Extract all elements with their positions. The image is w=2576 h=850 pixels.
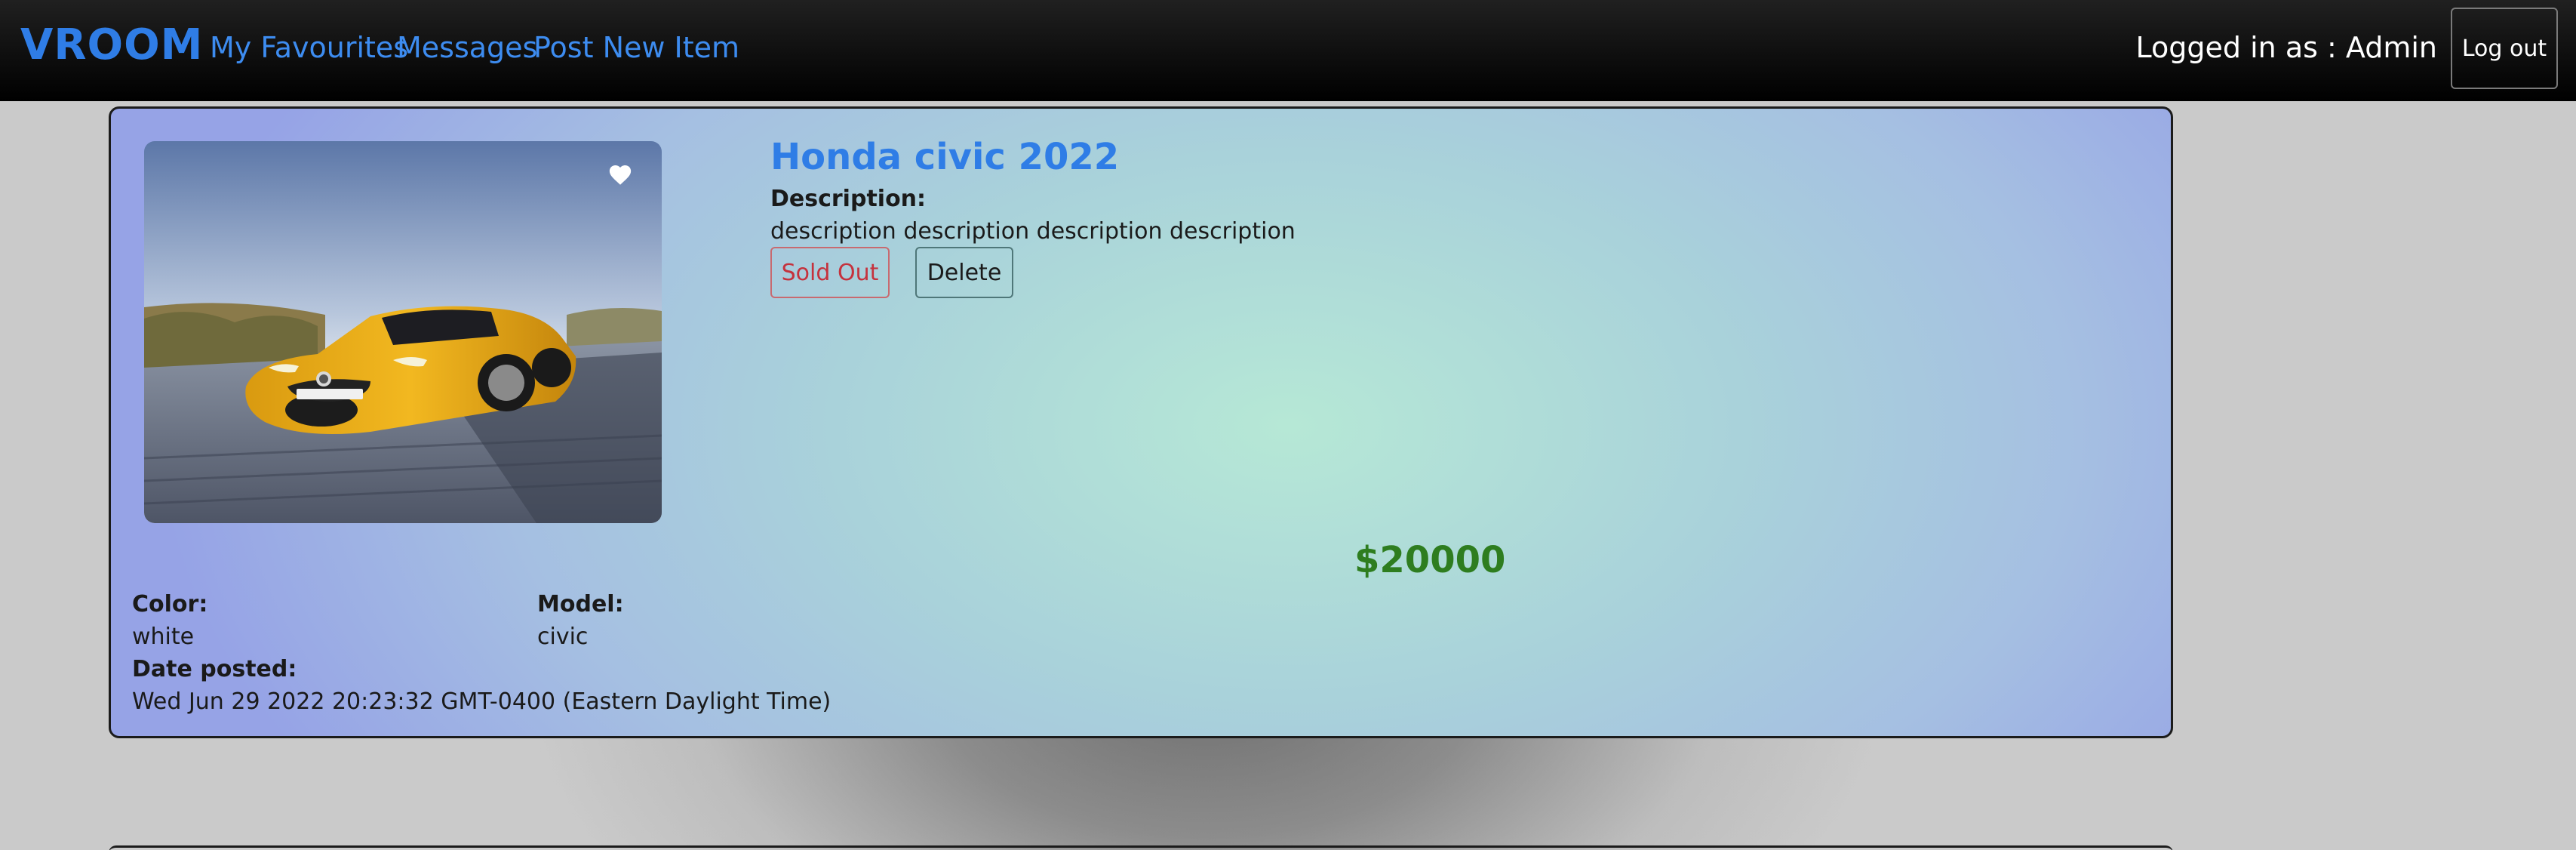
date-posted-label: Date posted: [132,656,297,682]
nav-link-post-new-item[interactable]: Post New Item [533,33,739,62]
description-text: description description description desc… [770,218,1296,245]
model-value: civic [537,624,589,650]
heart-icon[interactable] [607,162,633,188]
color-label: Color: [132,591,208,617]
logged-in-status: Logged in as : Admin [2135,31,2437,64]
listing-card: Honda civic 2022 Description: descriptio… [109,106,2173,738]
nav-link-messages[interactable]: Messages [397,33,537,62]
listing-image[interactable] [144,141,662,523]
sold-out-button[interactable]: Sold Out [770,247,890,298]
navbar: VROOM My Favourites Messages Post New It… [0,0,2576,101]
delete-button[interactable]: Delete [915,247,1013,298]
color-value: white [132,624,195,650]
listing-price: $20000 [1354,539,1506,581]
next-listing-card [109,845,2173,850]
car-photo [144,141,662,523]
date-posted-value: Wed Jun 29 2022 20:23:32 GMT-0400 (Easte… [132,688,832,715]
description-label: Description: [770,186,927,212]
listing-title: Honda civic 2022 [770,136,1120,178]
nav-link-my-favourites[interactable]: My Favourites [210,33,408,62]
logout-button[interactable]: Log out [2451,8,2558,89]
brand-logo[interactable]: VROOM [20,24,203,66]
model-label: Model: [537,591,624,617]
